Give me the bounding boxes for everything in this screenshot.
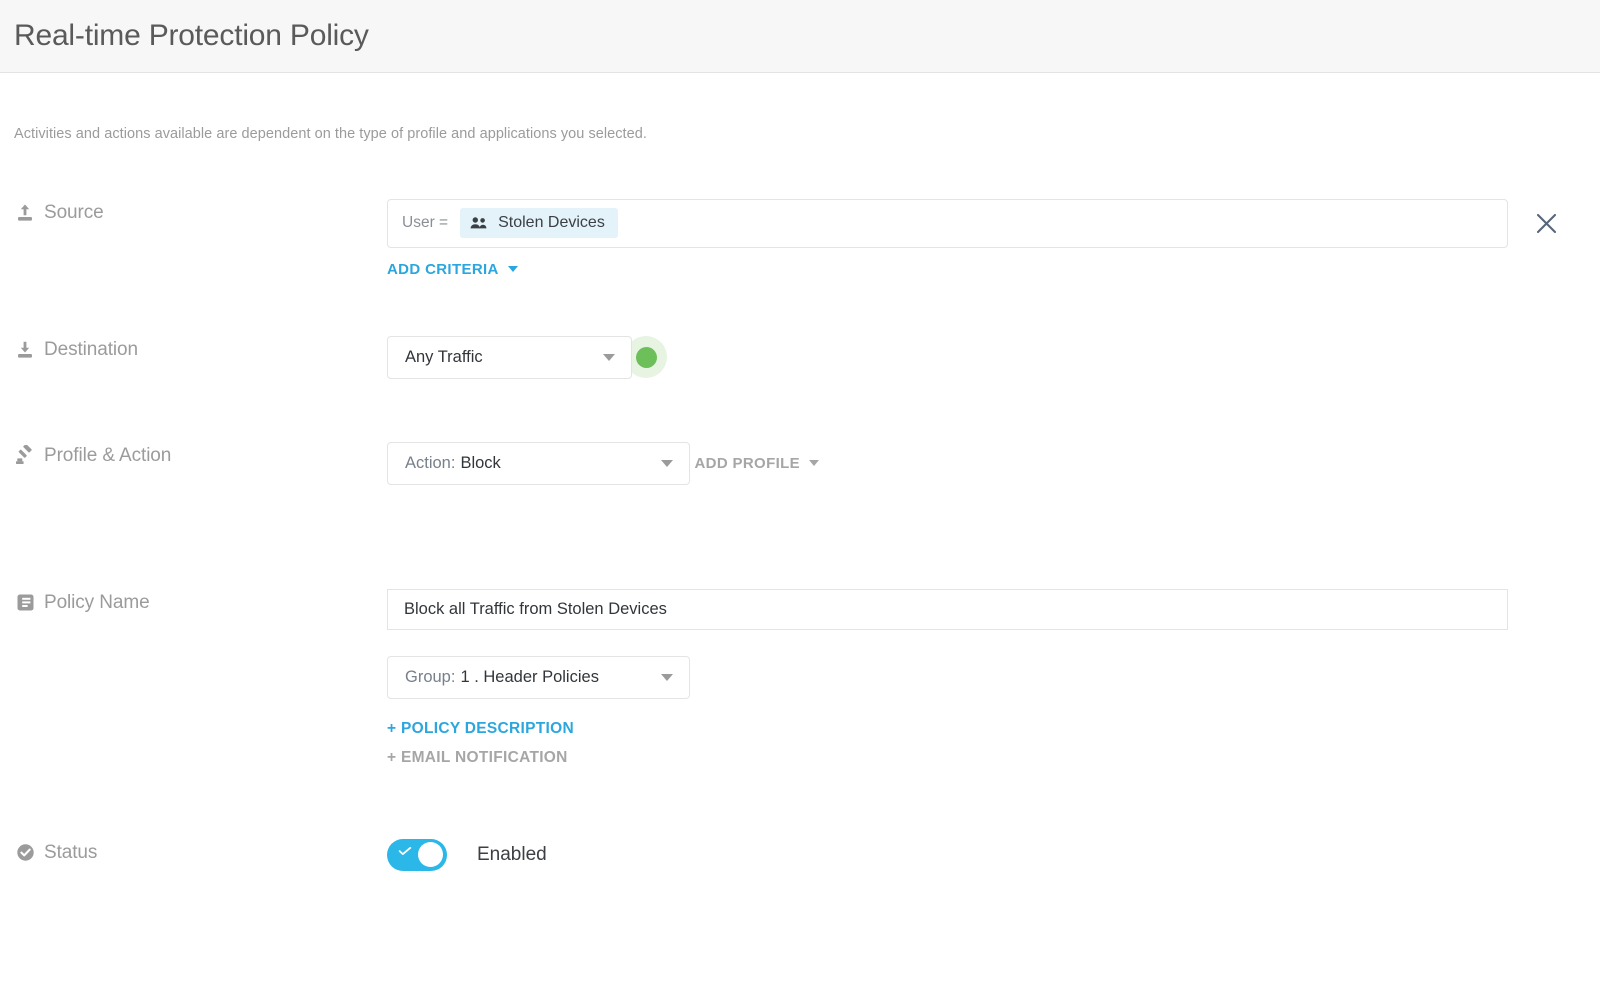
destination-select[interactable]: Any Traffic — [387, 335, 632, 379]
status-toggle-line: Enabled — [387, 838, 1586, 871]
status-label-group: Status — [14, 839, 387, 864]
profile-action-label-group: Profile & Action — [14, 442, 387, 467]
status-toggle[interactable] — [387, 838, 447, 871]
status-row: Status Enabled — [14, 838, 1586, 871]
add-profile-button[interactable]: ADD PROFILE — [694, 455, 819, 472]
policy-group-wrap: Group: 1 . Header Policies — [387, 655, 1586, 699]
caret-down-icon — [603, 353, 615, 361]
destination-label-group: Destination — [14, 336, 387, 361]
check-icon — [398, 846, 412, 855]
close-icon[interactable] — [1526, 203, 1566, 243]
page-title: Real-time Protection Policy — [14, 19, 369, 52]
source-criteria-line: User = Stolen Devices — [387, 198, 1586, 248]
policy-group-value: 1 . Header Policies — [460, 667, 599, 686]
check-circle-icon — [14, 842, 36, 864]
profile-action-row: Profile & Action Action: Block ADD PROFI… — [14, 441, 1586, 485]
gavel-icon — [14, 444, 36, 467]
page-header: Real-time Protection Policy — [0, 0, 1600, 73]
action-select[interactable]: Action: Block — [387, 441, 690, 485]
source-criteria-box[interactable]: User = Stolen Devices — [387, 198, 1508, 248]
source-chip-label: Stolen Devices — [498, 214, 605, 232]
add-criteria-label: ADD CRITERIA — [387, 260, 499, 278]
status-fields: Enabled — [387, 838, 1586, 871]
page-body: Activities and actions available are dep… — [0, 125, 1600, 871]
destination-row: Destination Any Traffic — [14, 335, 1586, 379]
source-label-text: Source — [44, 201, 104, 223]
upload-icon — [14, 202, 36, 224]
download-icon — [14, 339, 36, 361]
caret-down-icon — [661, 673, 673, 681]
profile-action-label-text: Profile & Action — [44, 444, 172, 466]
add-policy-description-button[interactable]: + POLICY DESCRIPTION — [387, 720, 1586, 738]
people-group-icon — [470, 214, 488, 232]
policy-name-row: Policy Name Group: 1 . Header Policies +… — [14, 588, 1586, 767]
destination-select-value: Any Traffic — [405, 347, 483, 366]
policy-name-fields: Group: 1 . Header Policies + POLICY DESC… — [387, 588, 1586, 767]
add-email-notification-button[interactable]: + EMAIL NOTIFICATION — [387, 749, 1586, 767]
caret-down-icon — [808, 460, 819, 467]
policy-group-select[interactable]: Group: 1 . Header Policies — [387, 655, 690, 699]
status-toggle-knob — [418, 842, 443, 868]
caret-down-icon — [507, 266, 518, 273]
status-dot-green — [635, 346, 657, 368]
source-fields: User = Stolen Devices ADD CRITERIA — [387, 198, 1586, 279]
action-select-prefix: Action: — [405, 453, 456, 472]
destination-label-text: Destination — [44, 338, 138, 360]
add-profile-label: ADD PROFILE — [694, 454, 800, 472]
destination-fields: Any Traffic — [387, 335, 1586, 379]
source-criteria-key: User = — [402, 214, 449, 232]
policy-name-input[interactable] — [387, 588, 1508, 630]
document-lines-icon — [14, 592, 36, 614]
destination-select-line: Any Traffic — [387, 335, 1586, 379]
caret-down-icon — [661, 459, 673, 467]
profile-action-fields: Action: Block ADD PROFILE — [387, 441, 1586, 485]
status-label-text: Status — [44, 841, 98, 863]
policy-name-label-group: Policy Name — [14, 589, 387, 614]
source-row: Source User = Stolen Devices ADD CRITERI… — [14, 198, 1586, 279]
action-select-value: Block — [460, 453, 501, 472]
intro-description: Activities and actions available are dep… — [14, 126, 647, 142]
policy-name-label-text: Policy Name — [44, 591, 150, 613]
add-criteria-button[interactable]: ADD CRITERIA — [387, 261, 518, 278]
source-criteria-chip[interactable]: Stolen Devices — [460, 208, 618, 239]
policy-group-prefix: Group: — [405, 667, 456, 686]
status-toggle-label: Enabled — [477, 843, 547, 865]
source-label-group: Source — [14, 199, 387, 224]
